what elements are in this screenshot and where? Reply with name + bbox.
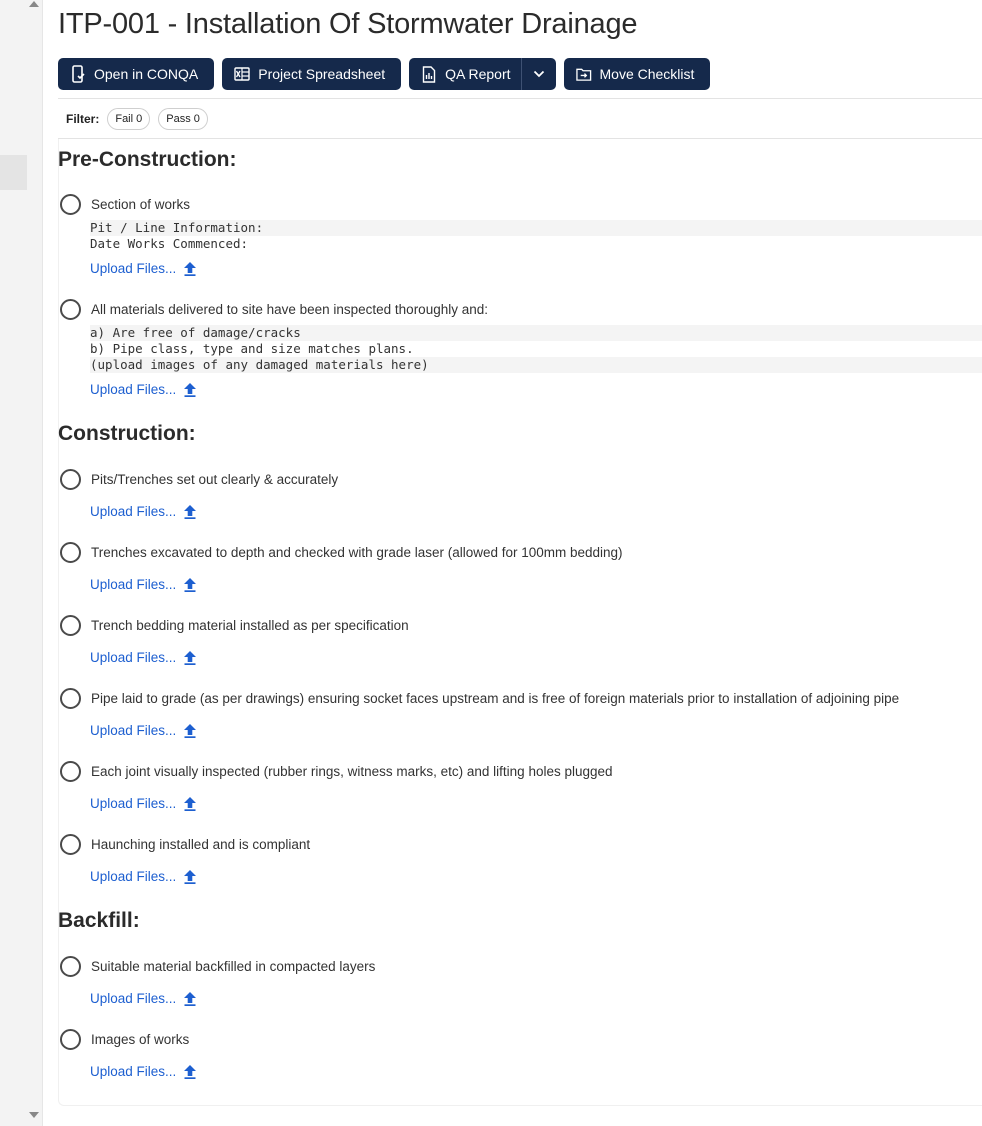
checklist-main: ITP-001 - Installation Of Stormwater Dra…: [42, 0, 982, 1126]
upload-files-link[interactable]: Upload Files...: [90, 577, 197, 592]
item-label: Pipe laid to grade (as per drawings) ens…: [91, 691, 900, 706]
item-status-radio[interactable]: [60, 194, 81, 215]
upload-arrow-icon: [184, 869, 197, 884]
item-label: Trench bedding material installed as per…: [91, 618, 409, 633]
sidebar-selected-item[interactable]: [0, 155, 27, 190]
upload-arrow-icon: [184, 382, 197, 397]
upload-arrow-icon: [184, 504, 197, 519]
item-label: Pits/Trenches set out clearly & accurate…: [91, 472, 339, 487]
item-status-radio[interactable]: [60, 469, 81, 490]
section-heading-construction: Construction:: [58, 422, 196, 445]
item-label: Trenches excavated to depth and checked …: [91, 545, 623, 560]
move-checklist-label: Move Checklist: [599, 66, 695, 82]
upload-files-label: Upload Files...: [90, 382, 177, 397]
qa-report-label: QA Report: [445, 66, 511, 82]
project-spreadsheet-label: Project Spreadsheet: [258, 66, 386, 82]
section-heading-pre-construction: Pre-Construction:: [58, 148, 237, 171]
qa-report-button[interactable]: QA Report: [409, 58, 521, 90]
scroll-down-arrow-icon[interactable]: [29, 1112, 39, 1118]
item-label: Haunching installed and is compliant: [91, 837, 311, 852]
upload-files-label: Upload Files...: [90, 1064, 177, 1079]
upload-files-label: Upload Files...: [90, 650, 177, 665]
item-status-radio[interactable]: [60, 299, 81, 320]
chevron-down-icon: [533, 70, 544, 78]
upload-files-link[interactable]: Upload Files...: [90, 796, 197, 811]
report-chart-icon: [421, 65, 437, 83]
filter-pass-chip[interactable]: Pass 0: [158, 108, 208, 130]
filter-bar: Filter: Fail 0 Pass 0: [66, 108, 216, 130]
upload-arrow-icon: [184, 796, 197, 811]
item-label: All materials delivered to site have bee…: [91, 302, 488, 317]
upload-arrow-icon: [184, 261, 197, 276]
upload-arrow-icon: [184, 723, 197, 738]
upload-files-link[interactable]: Upload Files...: [90, 723, 197, 738]
excel-icon: [234, 65, 250, 83]
filter-fail-chip[interactable]: Fail 0: [107, 108, 151, 130]
item-status-radio[interactable]: [60, 615, 81, 636]
move-folder-icon: [575, 65, 592, 83]
item-label: Each joint visually inspected (rubber ri…: [91, 764, 613, 779]
item-status-radio[interactable]: [60, 688, 81, 709]
section-heading-backfill: Backfill:: [58, 909, 140, 932]
item-note-line: a) Are free of damage/cracks: [90, 325, 982, 341]
scroll-up-arrow-icon[interactable]: [29, 1, 39, 7]
item-label: Suitable material backfilled in compacte…: [91, 959, 376, 974]
item-label: Section of works: [91, 197, 191, 212]
item-status-radio[interactable]: [60, 956, 81, 977]
upload-arrow-icon: [184, 1064, 197, 1079]
upload-files-label: Upload Files...: [90, 261, 177, 276]
item-note-line: Date Works Commenced:: [90, 236, 249, 251]
open-in-conqa-label: Open in CONQA: [94, 66, 199, 82]
upload-files-link[interactable]: Upload Files...: [90, 650, 197, 665]
upload-files-label: Upload Files...: [90, 723, 177, 738]
upload-files-link[interactable]: Upload Files...: [90, 991, 197, 1006]
open-in-conqa-button[interactable]: Open in CONQA: [58, 58, 215, 90]
page-title: ITP-001 - Installation Of Stormwater Dra…: [58, 8, 638, 40]
upload-files-label: Upload Files...: [90, 796, 177, 811]
upload-arrow-icon: [184, 650, 197, 665]
upload-files-link[interactable]: Upload Files...: [90, 382, 197, 397]
item-status-radio[interactable]: [60, 1029, 81, 1050]
upload-files-link[interactable]: Upload Files...: [90, 869, 197, 884]
qa-report-button-group: QA Report: [409, 58, 556, 90]
upload-files-label: Upload Files...: [90, 504, 177, 519]
upload-arrow-icon: [184, 577, 197, 592]
left-sidebar: [0, 0, 43, 1126]
project-spreadsheet-button[interactable]: Project Spreadsheet: [222, 58, 402, 90]
upload-files-label: Upload Files...: [90, 869, 177, 884]
item-note-line: (upload images of any damaged materials …: [90, 357, 982, 373]
item-status-radio[interactable]: [60, 761, 81, 782]
item-status-radio[interactable]: [60, 834, 81, 855]
toolbar: Open in CONQA Project Spreadsheet QA Rep…: [58, 58, 711, 90]
toolbar-divider: [58, 98, 982, 99]
filter-label: Filter:: [66, 112, 100, 126]
qa-report-dropdown-button[interactable]: [520, 58, 556, 90]
item-note-line: Pit / Line Information:: [90, 220, 982, 236]
upload-arrow-icon: [184, 991, 197, 1006]
item-status-radio[interactable]: [60, 542, 81, 563]
item-note-line: b) Pipe class, type and size matches pla…: [90, 341, 414, 356]
upload-files-link[interactable]: Upload Files...: [90, 504, 197, 519]
filter-divider: [58, 138, 982, 139]
item-label: Images of works: [91, 1032, 190, 1047]
upload-files-label: Upload Files...: [90, 991, 177, 1006]
upload-files-label: Upload Files...: [90, 577, 177, 592]
mobile-device-icon: [70, 65, 86, 83]
upload-files-link[interactable]: Upload Files...: [90, 1064, 197, 1079]
upload-files-link[interactable]: Upload Files...: [90, 261, 197, 276]
move-checklist-button[interactable]: Move Checklist: [563, 58, 711, 90]
